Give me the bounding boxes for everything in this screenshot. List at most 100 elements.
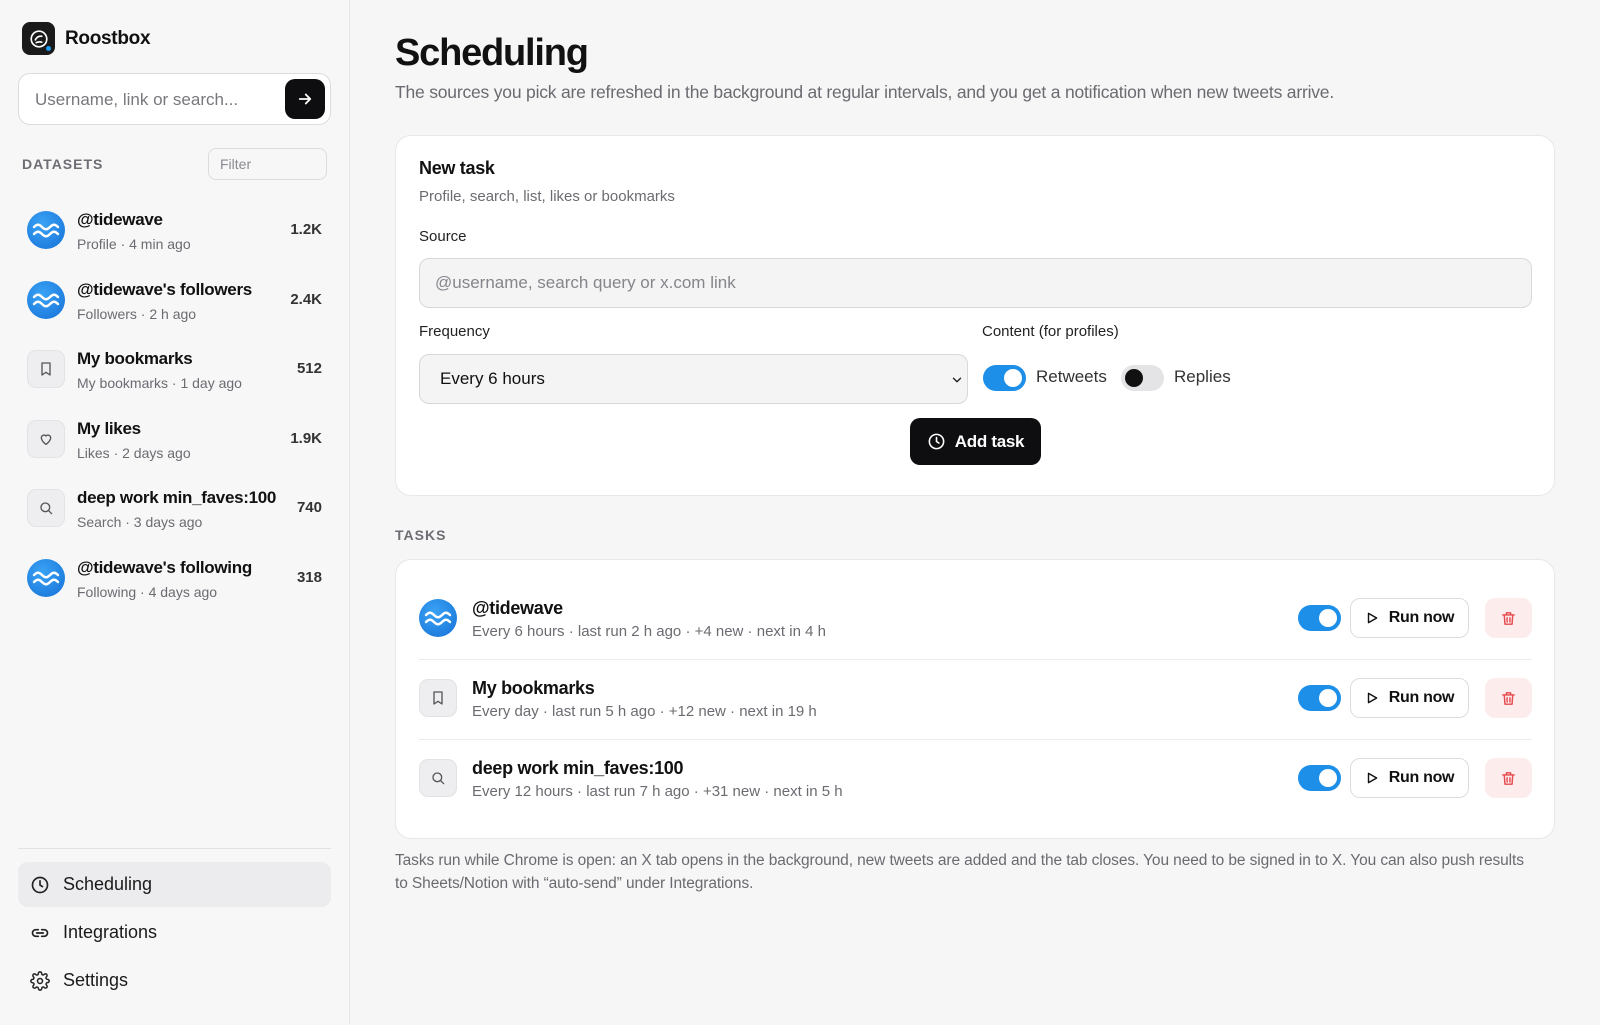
task-meta: Every day · last run 5 h ago · +12 new ·… xyxy=(472,703,817,720)
run-now-label: Run now xyxy=(1388,689,1455,706)
delete-task-button[interactable] xyxy=(1485,758,1532,798)
dataset-name: @tidewave's followers xyxy=(77,279,252,299)
play-icon xyxy=(1367,612,1378,624)
search-box xyxy=(18,73,331,125)
sidebar: Roostbox DATASETS @tidewave Profile · 4 … xyxy=(0,0,350,1025)
dataset-count: 2.4K xyxy=(290,290,322,308)
frequency-label: Frequency xyxy=(419,323,490,340)
retweets-label: Retweets xyxy=(1036,367,1107,386)
task-row: @tidewave Every 6 hours · last run 2 h a… xyxy=(419,580,1532,660)
dataset-item[interactable]: deep work min_faves:100 Search · 3 days … xyxy=(18,474,331,544)
trash-icon xyxy=(1502,611,1515,625)
nav-item-settings[interactable]: Settings xyxy=(18,958,331,1003)
dataset-item[interactable]: @tidewave's following Following · 4 days… xyxy=(18,544,331,614)
app-logo-icon xyxy=(22,22,55,55)
dataset-count: 1.2K xyxy=(290,221,322,238)
gear-icon xyxy=(30,970,50,991)
run-now-button[interactable]: Run now xyxy=(1350,598,1469,638)
run-now-label: Run now xyxy=(1388,769,1455,786)
search-icon xyxy=(27,489,65,527)
datasets-filter-input[interactable] xyxy=(208,148,327,180)
dataset-name: My bookmarks xyxy=(77,349,193,368)
nav-item-integrations[interactable]: Integrations xyxy=(18,910,331,955)
delete-task-button[interactable] xyxy=(1485,678,1532,718)
add-task-button[interactable]: Add task xyxy=(910,418,1041,465)
task-enabled-toggle[interactable] xyxy=(1298,605,1341,631)
dataset-meta: Search · 3 days ago xyxy=(77,514,203,530)
app-name: Roostbox xyxy=(65,27,151,49)
arrow-right-icon xyxy=(298,93,312,105)
dataset-count: 318 xyxy=(296,568,322,586)
dataset-name: My likes xyxy=(77,418,141,438)
chevron-down-icon xyxy=(952,377,962,383)
dataset-meta: Followers · 2 h ago xyxy=(77,305,197,322)
play-icon xyxy=(1367,772,1378,784)
task-enabled-toggle[interactable] xyxy=(1298,685,1341,711)
run-now-button[interactable]: Run now xyxy=(1350,758,1469,798)
nav-item-scheduling[interactable]: Scheduling xyxy=(18,862,331,907)
search-submit-button[interactable] xyxy=(285,79,325,119)
clock-icon xyxy=(31,876,49,893)
heart-icon xyxy=(27,419,65,458)
bookmark-icon xyxy=(27,350,65,388)
new-task-card: New task Profile, search, list, likes or… xyxy=(395,135,1555,496)
dataset-meta: My bookmarks · 1 day ago xyxy=(77,375,242,391)
source-input[interactable] xyxy=(419,258,1532,308)
datasets-list: @tidewave Profile · 4 min ago 1.2K @tide… xyxy=(18,196,331,613)
dataset-count: 512 xyxy=(296,360,322,377)
play-icon xyxy=(1367,692,1378,704)
dataset-meta: Following · 4 days ago xyxy=(77,583,218,600)
replies-toggle[interactable] xyxy=(1121,365,1164,391)
bookmark-icon xyxy=(419,679,457,717)
task-name: My bookmarks xyxy=(472,678,595,698)
task-meta: Every 12 hours · last run 7 h ago · +31 … xyxy=(472,783,843,800)
datasets-header: DATASETS xyxy=(22,148,327,180)
task-enabled-toggle[interactable] xyxy=(1298,765,1341,791)
dataset-item[interactable]: @tidewave's followers Followers · 2 h ag… xyxy=(18,266,331,336)
run-now-label: Run now xyxy=(1388,609,1455,626)
trash-icon xyxy=(1502,771,1515,785)
nav-item-label: Settings xyxy=(63,970,129,990)
source-label: Source xyxy=(419,228,467,245)
nav-item-label: Scheduling xyxy=(63,874,153,894)
page-subtitle: The sources you pick are refreshed in th… xyxy=(395,82,1335,102)
task-row: My bookmarks Every day · last run 5 h ag… xyxy=(419,660,1532,740)
dataset-meta: Profile · 4 min ago xyxy=(77,236,191,252)
clock-icon xyxy=(928,433,945,450)
frequency-value: Every 6 hours xyxy=(440,369,545,388)
delete-task-button[interactable] xyxy=(1485,598,1532,638)
run-now-button[interactable]: Run now xyxy=(1350,678,1469,718)
task-row: deep work min_faves:100 Every 12 hours ·… xyxy=(419,740,1532,820)
frequency-select[interactable]: Every 6 hours xyxy=(419,354,968,404)
new-task-title: New task xyxy=(419,158,495,178)
footnote: Tasks run while Chrome is open: an X tab… xyxy=(395,852,1524,892)
task-meta: Every 6 hours · last run 2 h ago · +4 ne… xyxy=(472,623,826,640)
tasks-heading: TASKS xyxy=(395,527,447,543)
retweets-toggle[interactable] xyxy=(983,365,1026,391)
task-name: @tidewave xyxy=(472,598,563,618)
wave-avatar xyxy=(27,280,65,319)
wave-avatar xyxy=(419,599,457,637)
add-task-label: Add task xyxy=(954,431,1025,451)
link-icon xyxy=(31,928,49,937)
brand[interactable]: Roostbox xyxy=(22,22,151,55)
dataset-item[interactable]: My bookmarks My bookmarks · 1 day ago 51… xyxy=(18,335,331,405)
dataset-count: 740 xyxy=(296,499,322,516)
page-title: Scheduling xyxy=(395,32,589,74)
wave-avatar xyxy=(27,211,65,249)
nav-item-label: Integrations xyxy=(63,922,158,942)
dataset-item[interactable]: My likes Likes · 2 days ago 1.9K xyxy=(18,405,331,475)
replies-label: Replies xyxy=(1174,367,1231,386)
dataset-name: deep work min_faves:100 xyxy=(77,488,277,507)
wave-avatar xyxy=(27,558,65,597)
search-input[interactable] xyxy=(35,88,265,112)
datasets-title: DATASETS xyxy=(22,156,104,172)
trash-icon xyxy=(1502,691,1515,705)
dataset-name: @tidewave xyxy=(77,210,163,229)
sidebar-nav: Scheduling Integrations Settings xyxy=(18,862,331,1006)
new-task-subtitle: Profile, search, list, likes or bookmark… xyxy=(419,188,675,205)
sidebar-divider xyxy=(18,848,331,849)
content-label: Content (for profiles) xyxy=(982,323,1119,340)
dataset-count: 1.9K xyxy=(290,429,322,447)
dataset-item[interactable]: @tidewave Profile · 4 min ago 1.2K xyxy=(18,196,331,266)
